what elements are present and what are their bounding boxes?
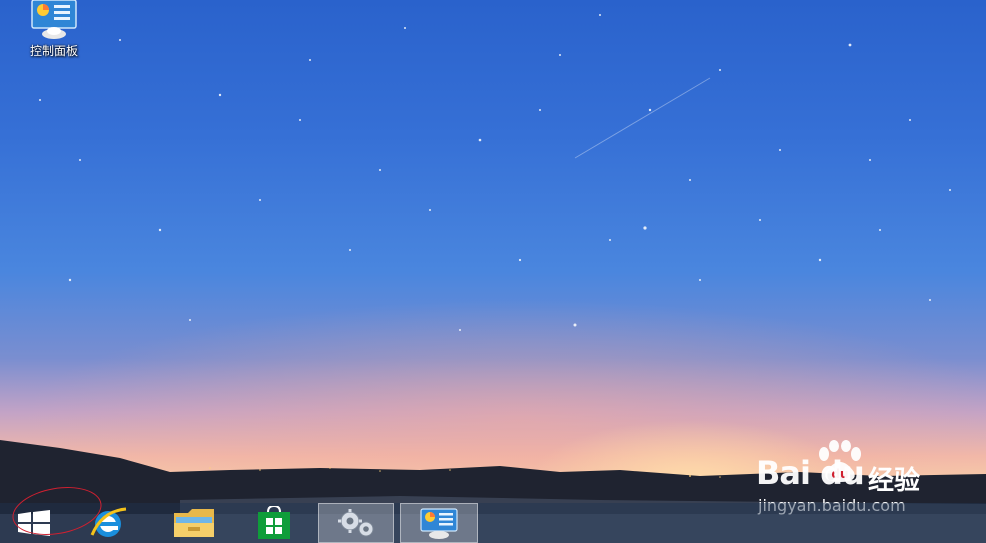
control-panel-button[interactable]	[400, 503, 478, 543]
control-panel-icon	[420, 508, 458, 539]
watermark-brand: Bai du	[756, 454, 865, 492]
taskbar	[0, 503, 986, 543]
watermark-brand-cn: 经验	[868, 466, 921, 496]
settings-button[interactable]	[318, 503, 394, 543]
desktop-icon-control-panel[interactable]: 控制面板	[14, 0, 94, 62]
control-panel-icon	[26, 0, 82, 40]
store-button[interactable]	[238, 503, 310, 543]
file-explorer-button[interactable]	[158, 503, 230, 543]
store-icon	[258, 506, 290, 539]
desktop-background: 控制面板 du Bai du 经验 jingyan.baidu.com	[0, 0, 986, 543]
star-field	[39, 14, 951, 331]
folder-icon	[174, 509, 214, 537]
desktop-icon-label: 控制面板	[29, 44, 78, 58]
gear-icon	[338, 509, 374, 537]
